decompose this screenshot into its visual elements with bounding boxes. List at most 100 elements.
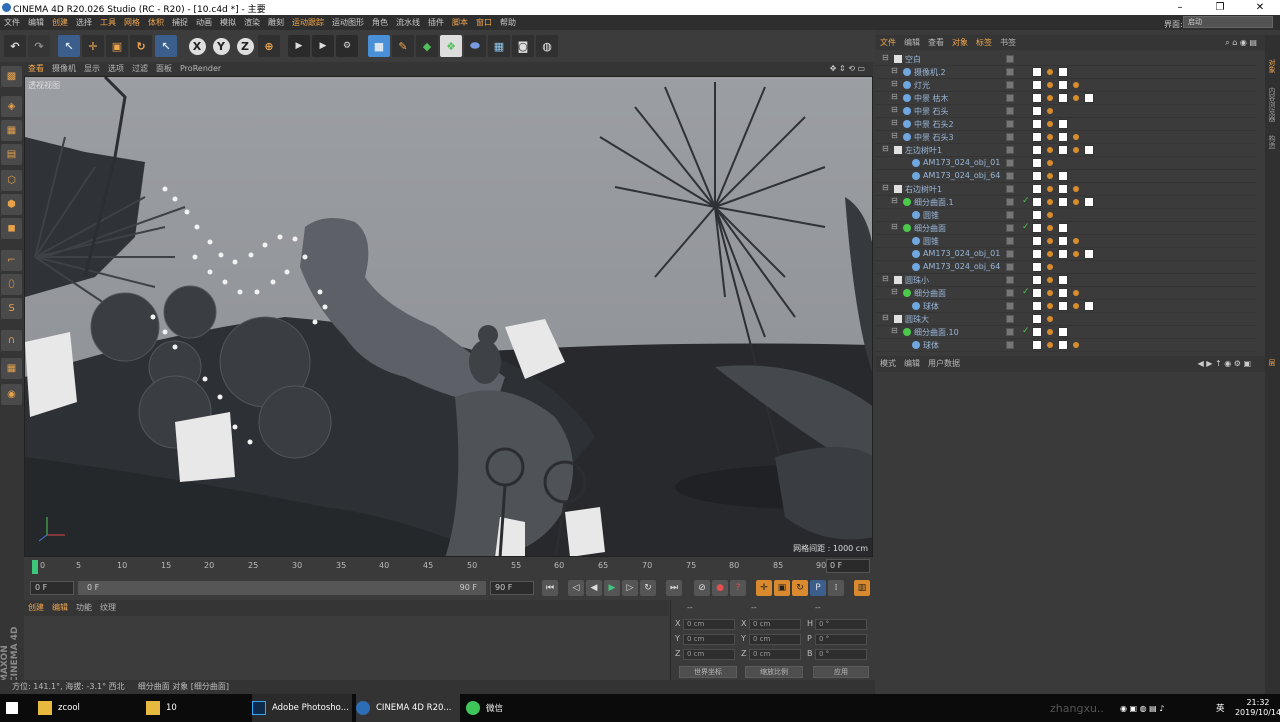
visibility-icon[interactable] xyxy=(1006,250,1014,258)
material-tag-icon[interactable] xyxy=(1047,160,1053,166)
texture-tag-icon[interactable] xyxy=(1032,340,1042,350)
material-tag-icon[interactable] xyxy=(1073,290,1079,296)
rotation-h-field[interactable]: 0 ° xyxy=(815,619,867,630)
texture-tag-icon[interactable] xyxy=(1032,67,1042,77)
material-tag-icon[interactable] xyxy=(1047,303,1053,309)
size-z-field[interactable]: 0 cm xyxy=(749,649,801,660)
end-frame-field[interactable]: 90 F xyxy=(490,581,534,595)
material-tab-create[interactable]: 创建 xyxy=(24,600,48,616)
texture-tag-icon[interactable] xyxy=(1032,106,1042,116)
object-row[interactable]: ⊟ 圆珠大 xyxy=(876,313,1256,326)
menu-character[interactable]: 角色 xyxy=(368,15,392,30)
y-axis-lock-icon[interactable]: Y xyxy=(210,35,232,57)
menu-snap[interactable]: 捕捉 xyxy=(168,15,192,30)
om-tab-objects[interactable]: 对象 xyxy=(948,35,972,50)
material-tag-icon[interactable] xyxy=(1047,121,1053,127)
recent-tool-icon[interactable]: ↖ xyxy=(155,35,177,57)
expand-toggle-icon[interactable]: ⊟ xyxy=(891,287,900,296)
visibility-icon[interactable] xyxy=(1006,146,1014,154)
visibility-icon[interactable] xyxy=(1006,81,1014,89)
coordinate-mode-select[interactable]: 世界坐标 xyxy=(679,666,737,678)
locked-workplane-icon[interactable]: ◉ xyxy=(1,384,22,405)
menu-plugins[interactable]: 插件 xyxy=(424,15,448,30)
material-tag-icon[interactable] xyxy=(1073,342,1079,348)
tweak-mode-icon[interactable]: ⬯ xyxy=(1,274,22,295)
floor-scene-icon[interactable]: ▦ xyxy=(488,35,510,57)
expand-toggle-icon[interactable]: ⊟ xyxy=(882,183,891,192)
object-row[interactable]: ⊟ 中景 枯木 xyxy=(876,92,1256,105)
material-tag-icon[interactable] xyxy=(1047,199,1053,205)
layout-select[interactable]: 启动 xyxy=(1183,16,1273,28)
material-tag-icon[interactable] xyxy=(1047,225,1053,231)
expand-toggle-icon[interactable]: ⊟ xyxy=(891,118,900,127)
expand-toggle-icon[interactable]: ⊟ xyxy=(882,53,891,62)
object-row[interactable]: 圆锥 xyxy=(876,235,1256,248)
cube-icon[interactable]: ■ xyxy=(368,35,390,57)
om-nav-icons[interactable]: ⌕ ⌂ ◉ ▤ xyxy=(1221,35,1261,50)
object-row[interactable]: 圆锥 xyxy=(876,209,1256,222)
tray-icons[interactable]: ◉ ▣ ◍ ▤ ♪ xyxy=(1120,694,1164,722)
enabled-check-icon[interactable]: ✓ xyxy=(1022,196,1030,206)
perspective-viewport[interactable]: 透视视图 网格间距 : 1000 cm xyxy=(24,76,873,557)
material-tag-icon[interactable] xyxy=(1047,69,1053,75)
expand-toggle-icon[interactable]: ⊟ xyxy=(891,196,900,205)
material-tab-function[interactable]: 功能 xyxy=(72,600,96,616)
deformer-icon[interactable]: ⬬ xyxy=(464,35,486,57)
menu-edit[interactable]: 编辑 xyxy=(24,15,48,30)
light-icon[interactable]: ◍ xyxy=(536,35,558,57)
rotate-icon[interactable]: ↻ xyxy=(130,35,152,57)
taskbar-item-zcool[interactable]: zcool xyxy=(38,694,138,722)
position-x-field[interactable]: 0 cm xyxy=(683,619,735,630)
menu-render[interactable]: 渲染 xyxy=(240,15,264,30)
workplane-mode-icon[interactable]: ▤ xyxy=(1,144,22,165)
material-tag-icon[interactable] xyxy=(1047,251,1053,257)
material-tab-texture[interactable]: 纹理 xyxy=(96,600,120,616)
texture-tag-icon[interactable] xyxy=(1032,171,1042,181)
material-tab-edit[interactable]: 编辑 xyxy=(48,600,72,616)
om-tab-tags[interactable]: 标签 xyxy=(972,35,996,50)
texture-tag-icon[interactable] xyxy=(1032,93,1042,103)
close-button[interactable]: ✕ xyxy=(1240,0,1280,15)
windows-start-icon[interactable] xyxy=(6,694,24,722)
texture-tag-icon[interactable] xyxy=(1032,158,1042,168)
make-editable-icon[interactable]: ▩ xyxy=(1,66,22,87)
menu-window[interactable]: 窗口 xyxy=(472,15,496,30)
material-tag-icon[interactable] xyxy=(1047,95,1053,101)
texture-tag-icon[interactable] xyxy=(1032,249,1042,259)
move-icon[interactable]: ✛ xyxy=(82,35,104,57)
apply-button[interactable]: 应用 xyxy=(813,666,869,678)
visibility-icon[interactable] xyxy=(1006,315,1014,323)
texture-tag-icon[interactable] xyxy=(1084,93,1094,103)
material-tag-icon[interactable] xyxy=(1073,251,1079,257)
texture-tag-icon[interactable] xyxy=(1058,171,1068,181)
expand-toggle-icon[interactable]: ⊟ xyxy=(891,105,900,114)
object-row[interactable]: AM173_024_obj_01 xyxy=(876,157,1256,170)
texture-tag-icon[interactable] xyxy=(1058,327,1068,337)
position-z-field[interactable]: 0 cm xyxy=(683,649,735,660)
keyframe-selection-icon[interactable]: ? xyxy=(730,580,746,596)
object-row[interactable]: 球体 xyxy=(876,300,1256,313)
taskbar-item-cinema4d[interactable]: CINEMA 4D R20... xyxy=(356,694,460,722)
material-tag-icon[interactable] xyxy=(1073,199,1079,205)
edit-render-settings-icon[interactable]: ⚙ xyxy=(336,35,358,57)
object-row[interactable]: ⊟ 细分曲面 ✓ xyxy=(876,222,1256,235)
material-tag-icon[interactable] xyxy=(1047,316,1053,322)
start-frame-field[interactable]: 0 F xyxy=(30,581,74,595)
scale-icon[interactable]: ▣ xyxy=(106,35,128,57)
go-to-end-icon[interactable]: ⏭ xyxy=(666,580,682,596)
parameter-key-icon[interactable]: P xyxy=(810,580,826,596)
coordinate-system-icon[interactable]: ⊕ xyxy=(258,35,280,57)
visibility-icon[interactable] xyxy=(1006,211,1014,219)
object-row[interactable]: AM173_024_obj_64 xyxy=(876,261,1256,274)
minimize-button[interactable]: – xyxy=(1160,0,1200,15)
texture-tag-icon[interactable] xyxy=(1032,119,1042,129)
camera-icon[interactable]: ◙ xyxy=(512,35,534,57)
om-tab-file[interactable]: 文件 xyxy=(876,35,900,50)
visibility-icon[interactable] xyxy=(1006,172,1014,180)
visibility-icon[interactable] xyxy=(1006,224,1014,232)
visibility-icon[interactable] xyxy=(1006,55,1014,63)
array-icon[interactable]: ❖ xyxy=(440,35,462,57)
material-tag-icon[interactable] xyxy=(1073,303,1079,309)
texture-tag-icon[interactable] xyxy=(1058,288,1068,298)
texture-tag-icon[interactable] xyxy=(1032,197,1042,207)
